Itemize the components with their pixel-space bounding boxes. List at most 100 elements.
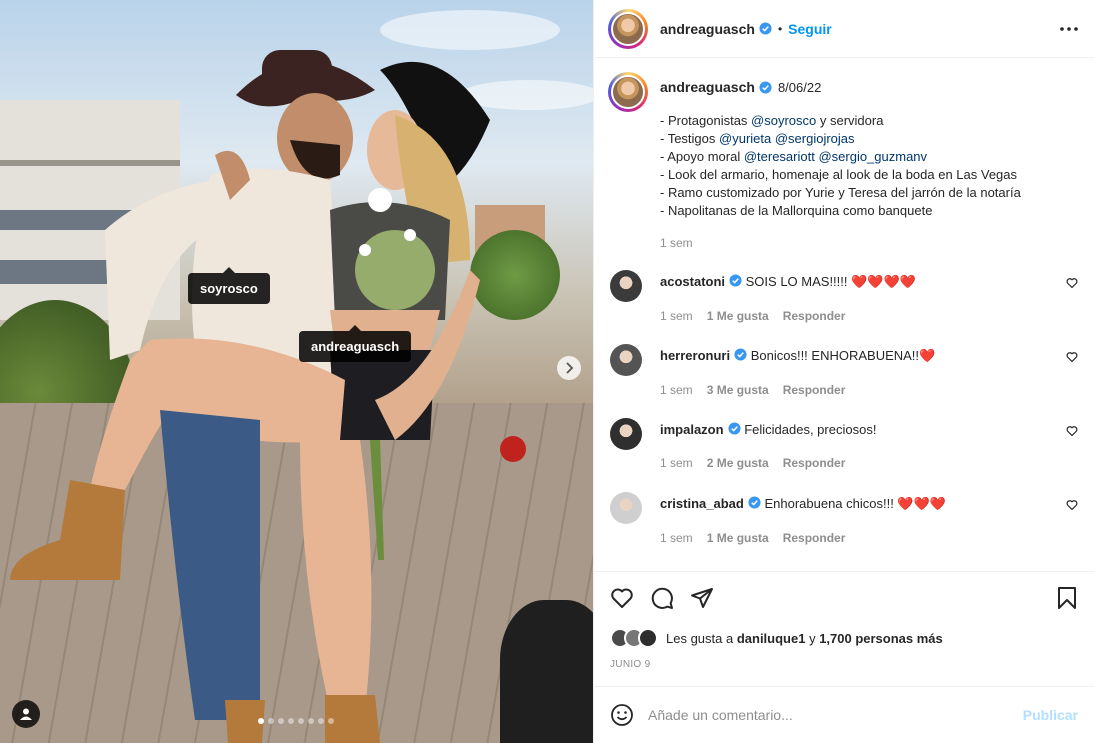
post-side-panel: andreaguasch • Seguir andreaguasch 8/06/… [593,0,1094,743]
carousel-dot [258,718,264,724]
likes-summary: Les gusta a daniluque1 y 1,700 personas … [610,628,943,648]
post-photo[interactable]: soyrosco andreaguasch [0,0,593,743]
post-date: JUNIO 9 [610,659,651,670]
user-tag-soyrosco[interactable]: soyrosco [188,267,270,304]
caption-line: - Apoyo moral @teresariott @sergio_guzma… [660,148,1078,166]
carousel-dot [308,718,314,724]
avatar[interactable] [610,270,642,302]
mention-link[interactable]: @sergiojrojas [775,131,855,146]
verified-badge-icon [759,80,772,94]
chevron-right-icon [566,362,574,374]
caption-line: - Look del armario, homenaje al look de … [660,166,1078,184]
comment-body: herreronuri Bonicos!!! ENHORABUENA!!❤️ 1 … [660,344,1078,397]
caption-line-text: - Napolitanas de la Mallorquina como ban… [660,203,933,218]
comment-icon[interactable] [650,586,674,610]
avatar[interactable] [610,492,642,524]
likes-prefix: Les gusta a [666,630,737,646]
author-avatar[interactable] [608,8,648,49]
reply-button[interactable]: Responder [783,309,846,323]
mention-link[interactable]: @teresariott [744,149,815,164]
caption-date: 8/06/22 [777,79,822,95]
caption-line-text: - Testigos [660,131,720,146]
comment-likes-count[interactable]: 3 Me gusta [707,383,769,397]
verified-badge-icon [734,348,747,361]
comment-item: impalazon Felicidades, preciosos! 1 sem 2 … [608,418,1078,470]
likes-count-link[interactable]: 1,700 personas más [819,631,943,646]
comment-like-heart-icon[interactable] [1066,351,1078,363]
caption-line: - Napolitanas de la Mallorquina como ban… [660,202,1078,220]
save-bookmark-icon[interactable] [1056,586,1078,610]
comment-likes-count[interactable]: 1 Me gusta [707,309,769,323]
carousel-dot [328,718,334,724]
like-heart-icon[interactable] [610,586,634,610]
comment-like-heart-icon[interactable] [1066,425,1078,437]
comment-username[interactable]: cristina_abad [660,496,744,511]
comment-text: SOIS LO MAS!!!!! ❤️❤️❤️❤️ [745,274,916,289]
caption-line-text: - Apoyo moral [660,149,744,164]
verified-badge-icon [759,22,772,35]
carousel-dot [318,718,324,724]
follow-button[interactable]: Seguir [788,21,832,37]
mention-link[interactable]: @soyrosco [751,113,816,128]
caption-line-text: - Protagonistas [660,113,752,128]
comment-item: herreronuri Bonicos!!! ENHORABUENA!!❤️ 1 … [608,344,1078,397]
liker-avatars [610,628,658,648]
caption-avatar[interactable] [608,72,648,112]
verified-badge-icon [748,496,761,509]
carousel-next-button[interactable] [557,356,581,380]
action-bar [594,571,1094,629]
carousel-dot [288,718,294,724]
header-separator: • [777,21,783,36]
comment-text: Enhorabuena chicos!!! ❤️❤️❤️ [764,496,946,511]
add-comment-bar: Añade un comentario... Publicar [594,686,1094,743]
caption-line: - Protagonistas @soyrosco y servidora [660,112,1078,130]
reply-button[interactable]: Responder [783,383,846,397]
post-caption: andreaguasch 8/06/22 - Protagonistas @so… [608,72,1078,250]
mention-link[interactable]: @yurieta [719,131,771,146]
comment-likes-count[interactable]: 2 Me gusta [707,456,769,470]
comment-body: cristina_abad Enhorabuena chicos!!! ❤️❤️… [660,492,1078,545]
emoji-icon[interactable] [610,703,634,727]
carousel-dot [298,718,304,724]
caption-line-text: - Ramo customizado por Yurie y Teresa de… [660,185,1021,200]
caption-time: 1 sem [660,236,693,250]
caption-line: - Testigos @yurieta @sergiojrojas [660,130,1078,148]
publish-button[interactable]: Publicar [1023,707,1078,723]
verified-badge-icon [728,422,741,435]
more-options-icon[interactable] [1060,26,1078,31]
comment-text: Bonicos!!! ENHORABUENA!!❤️ [750,348,936,363]
comment-username[interactable]: impalazon [660,422,724,437]
couple-illustration [10,50,490,743]
reply-button[interactable]: Responder [783,456,846,470]
carousel-indicator [258,718,334,724]
tagged-users-button[interactable] [12,700,40,728]
post-header: andreaguasch • Seguir [594,0,1094,58]
avatar [638,628,658,648]
comment-input[interactable]: Añade un comentario... [648,707,1023,723]
caption-line: - Ramo customizado por Yurie y Teresa de… [660,184,1078,202]
avatar[interactable] [610,344,642,376]
caption-line-text: - Look del armario, homenaje al look de … [660,167,1018,182]
carousel-dot [278,718,284,724]
comment-username[interactable]: herreronuri [660,348,730,363]
share-send-icon[interactable] [690,586,714,610]
avatar[interactable] [610,418,642,450]
user-tag-andreaguasch[interactable]: andreaguasch [299,325,412,362]
comment-item: acostatoni SOIS LO MAS!!!!! ❤️❤️❤️❤️ 1 se… [608,270,1078,323]
author-username[interactable]: andreaguasch [660,21,755,37]
comment-item: cristina_abad Enhorabuena chicos!!! ❤️❤️… [608,492,1078,545]
comment-time: 1 sem [660,309,693,323]
comment-like-heart-icon[interactable] [1066,277,1078,289]
verified-badge-icon [729,274,742,287]
caption-username[interactable]: andreaguasch [660,79,755,95]
comment-like-heart-icon[interactable] [1066,499,1078,511]
comment-time: 1 sem [660,383,693,397]
liker-username[interactable]: daniluque1 [737,631,806,646]
comment-username[interactable]: acostatoni [660,274,725,289]
likes-middle: y [805,630,820,646]
caption-text: - Protagonistas @soyrosco y servidora - T… [660,112,1078,220]
reply-button[interactable]: Responder [783,531,846,545]
mention-link[interactable]: @sergio_guzmanv [818,149,927,164]
comment-body: impalazon Felicidades, preciosos! 1 sem 2 … [660,418,1078,470]
comment-likes-count[interactable]: 1 Me gusta [707,531,769,545]
